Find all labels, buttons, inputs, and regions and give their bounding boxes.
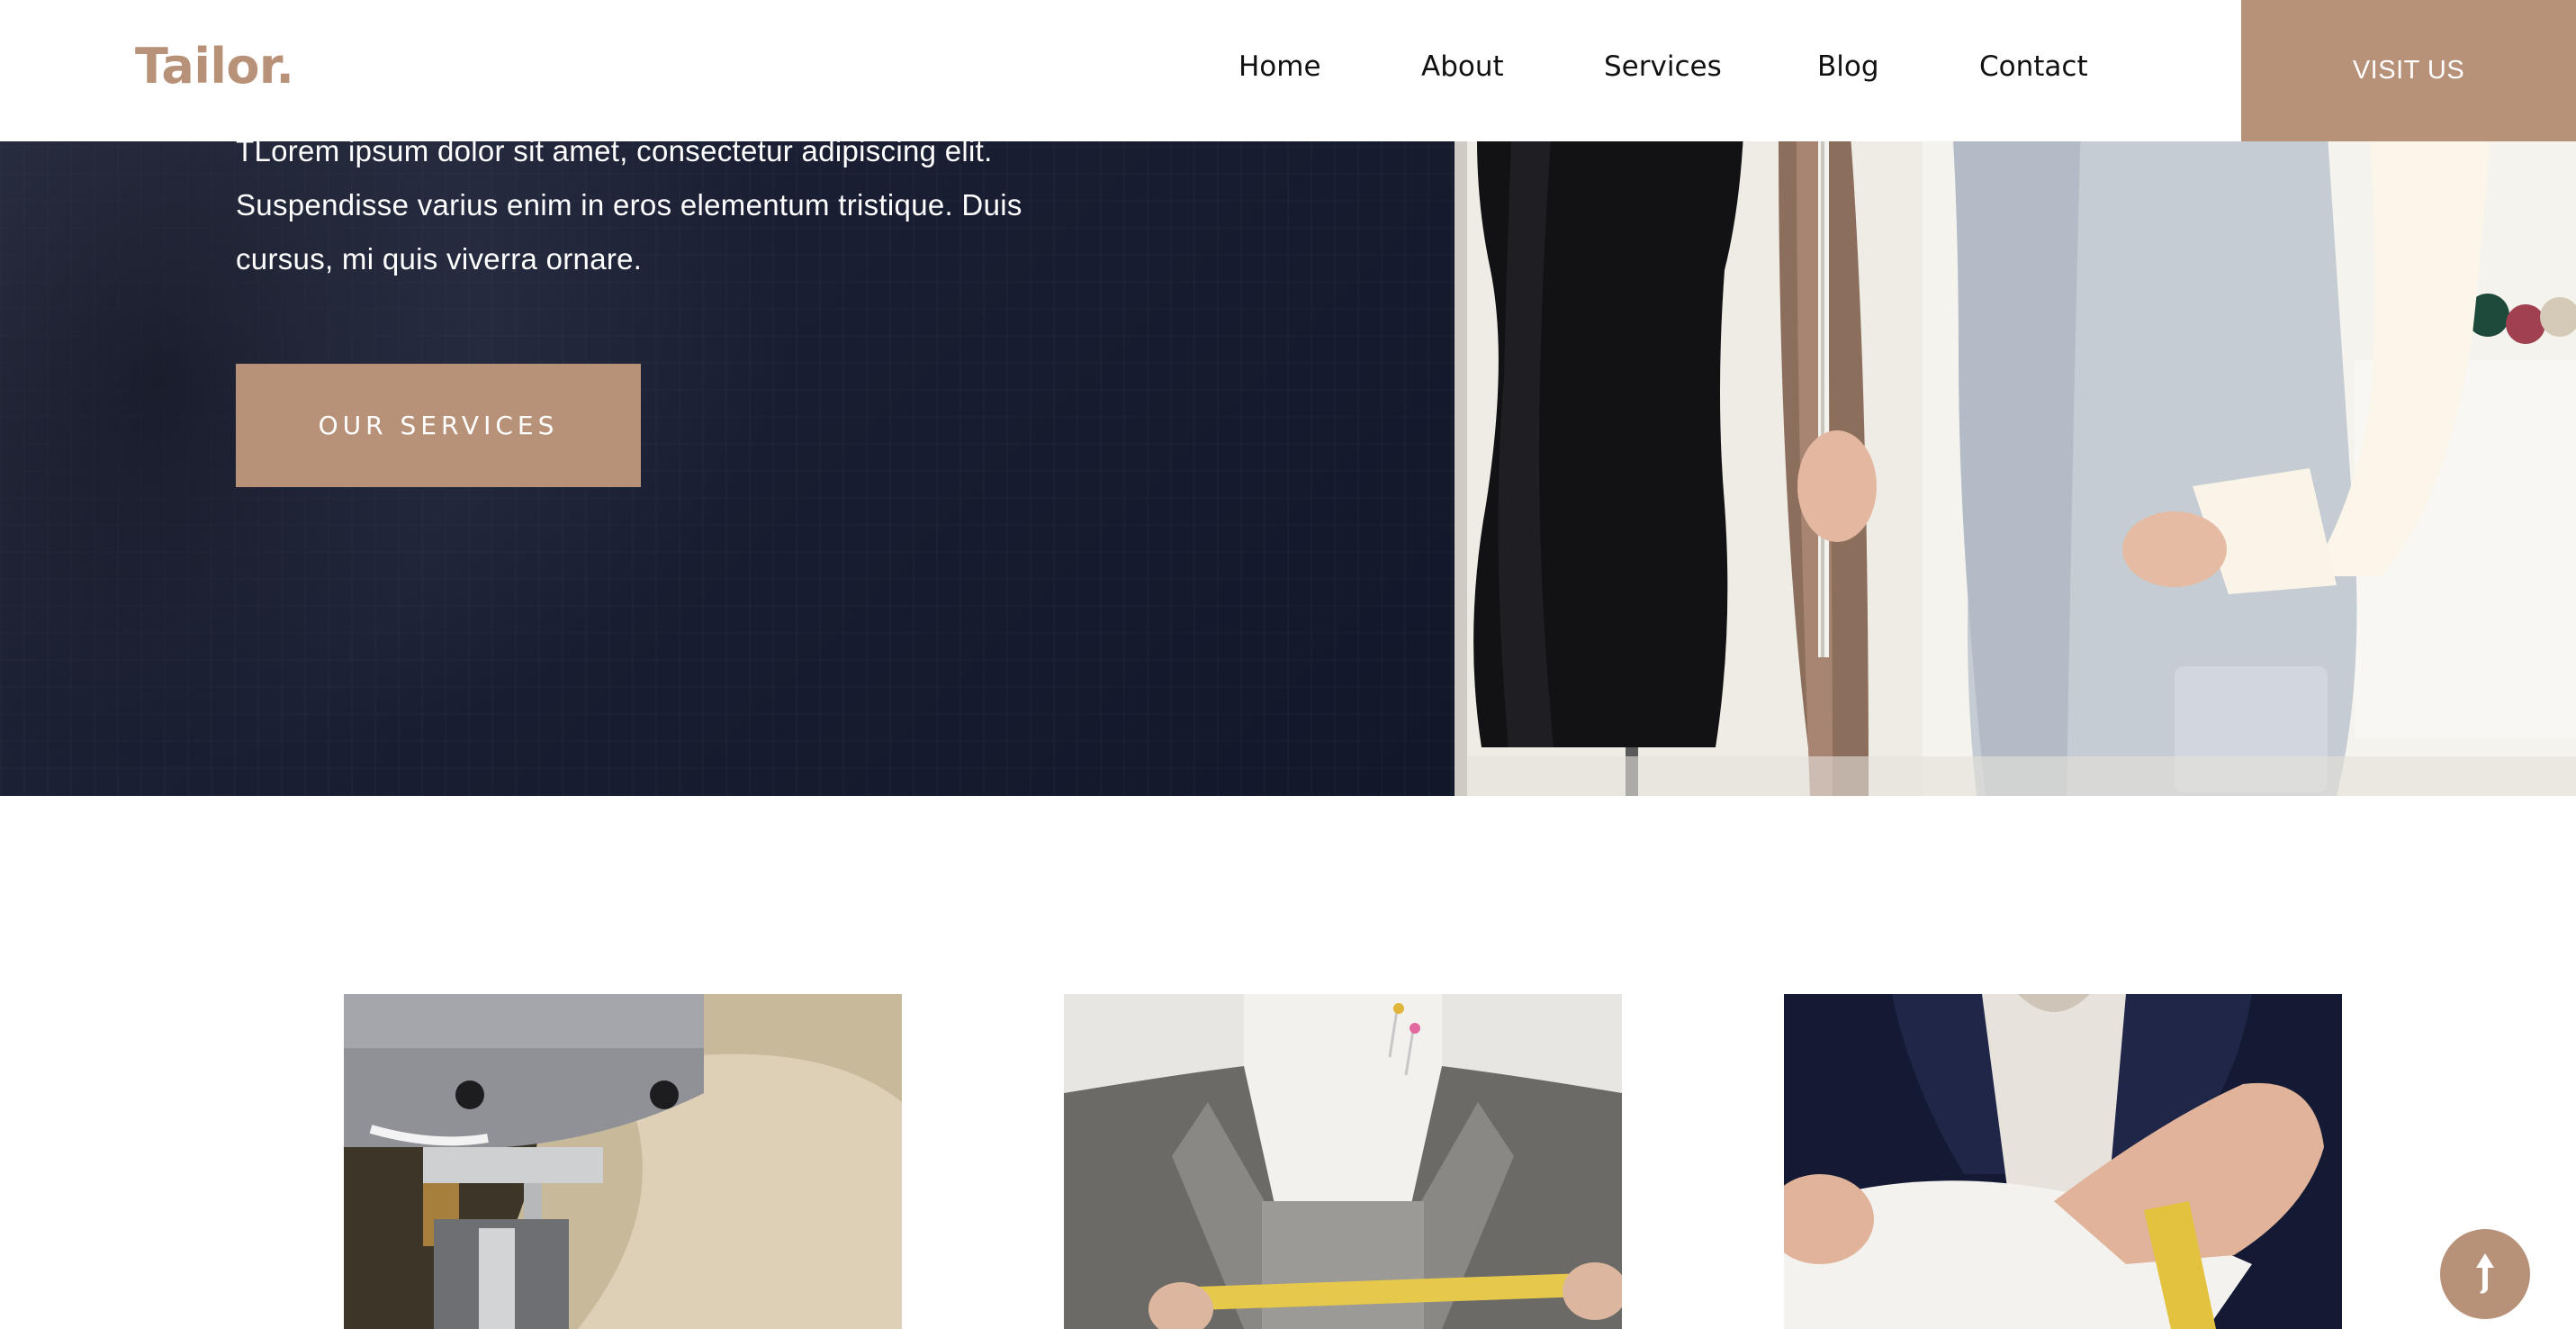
nav-home[interactable]: Home	[1238, 50, 1321, 83]
visit-us-button[interactable]: VISIT US	[2241, 0, 2576, 141]
hero-description: TLorem ipsum dolor sit amet, consectetur…	[236, 124, 1136, 286]
nav-about[interactable]: About	[1421, 50, 1504, 83]
our-services-button[interactable]: OUR SERVICES	[236, 364, 641, 487]
nav-blog[interactable]: Blog	[1817, 50, 1879, 83]
hero-line-3: cursus, mi quis viverra ornare.	[236, 242, 643, 276]
site-header: Tailor. Home About Services Blog Contact…	[0, 0, 2576, 141]
hero-line-2: Suspendisse varius enim in eros elementu…	[236, 188, 1022, 222]
scroll-to-top-button[interactable]	[2440, 1229, 2530, 1319]
arrow-up-icon	[2476, 1253, 2494, 1294]
card-sewing-machine-image[interactable]	[344, 994, 902, 1329]
card-cuff-measuring-image[interactable]	[1784, 994, 2342, 1329]
card-mannequin-measuring-image[interactable]	[1064, 994, 1622, 1329]
nav-services[interactable]: Services	[1604, 50, 1722, 83]
nav-contact[interactable]: Contact	[1979, 50, 2088, 83]
main-nav: Home About Services Blog Contact	[0, 0, 2160, 141]
